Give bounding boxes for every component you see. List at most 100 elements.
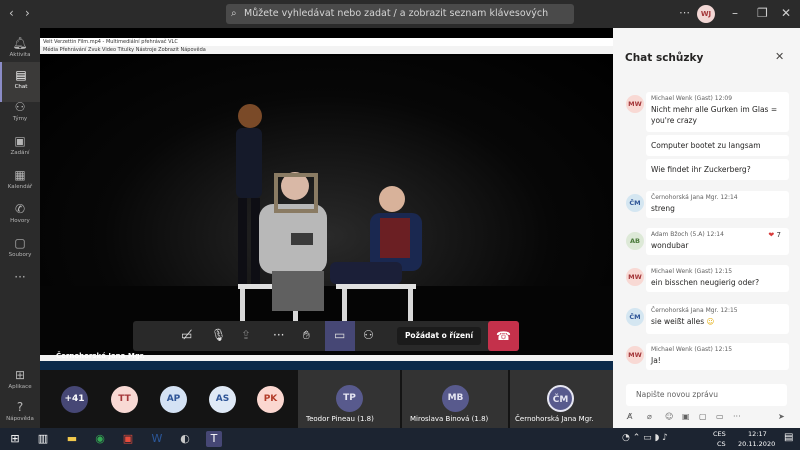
more-icon[interactable]: ··· xyxy=(733,412,741,421)
reaction-count: 7 xyxy=(776,231,781,239)
theater-scene xyxy=(40,104,613,356)
hang-up-button[interactable]: ☎︎ xyxy=(488,321,519,351)
message-time: 12:15 xyxy=(714,268,733,275)
avatar: TP xyxy=(336,385,363,412)
message-time: 12:14 xyxy=(706,231,724,238)
chat-message: Computer bootet zu langsam xyxy=(646,135,789,156)
rail-label: Kalendář xyxy=(7,184,33,190)
notification-icon[interactable]: ▤ xyxy=(784,432,793,443)
send-icon[interactable]: ➤ xyxy=(778,412,785,421)
back-icon[interactable]: ‹ xyxy=(9,6,14,20)
assignments-icon: ▣ xyxy=(14,134,26,148)
rail-label: Nápověda xyxy=(6,416,34,422)
app-icon[interactable]: ◐ xyxy=(177,431,193,447)
keyboard-language[interactable]: CES xyxy=(713,430,726,438)
message-author: Černohorská Jana Mgr. xyxy=(651,307,719,314)
chrome-icon[interactable]: ◉ xyxy=(92,431,108,447)
app-icon[interactable]: ▣ xyxy=(120,431,136,447)
presenter-name: Černohorská Jana Mgr. xyxy=(56,352,145,360)
heart-icon: ❤ xyxy=(768,231,775,239)
teams-taskbar-icon[interactable]: T xyxy=(206,431,222,447)
mic-off-icon[interactable]: 🎙︎ xyxy=(211,328,226,342)
participant-name: Miroslava Binová (1.8) xyxy=(410,415,489,423)
avatar: AB xyxy=(626,232,644,250)
windows-start-icon[interactable]: ⊞ xyxy=(7,431,23,447)
vlc-title-bar: Veit Verzettin Film.mp4 - Multimediální … xyxy=(40,38,613,46)
chat-message: Michael Wenk (Gast) 12:09 Nicht mehr all… xyxy=(646,92,789,132)
attach-icon[interactable]: ⌀ xyxy=(647,412,652,421)
avatar[interactable]: WJ xyxy=(697,5,715,23)
participant-avatar[interactable]: PK xyxy=(257,386,284,413)
participant-name: Černohorská Jana Mgr. xyxy=(515,415,594,423)
chat-title: Chat schůzky xyxy=(625,52,704,64)
clock-date[interactable]: 20.11.2020 xyxy=(738,440,775,448)
more-actions-icon[interactable]: ··· xyxy=(273,328,284,342)
avatar: ČM xyxy=(547,385,574,412)
message-author: Michael Wenk (Gast) xyxy=(651,95,713,102)
message-text: sie weißt alles xyxy=(651,317,705,326)
more-participants-badge[interactable]: +41 xyxy=(61,386,88,413)
share-screen-icon[interactable]: ⇪ xyxy=(241,328,251,342)
avatar: ČM xyxy=(626,194,644,212)
phone-icon: ✆ xyxy=(14,202,26,216)
rail-label: Aktivita xyxy=(9,52,31,58)
raise-hand-icon[interactable]: ✋︎ xyxy=(303,328,310,343)
apps-icon: ⊞ xyxy=(14,368,26,382)
chat-message: Černohorská Jana Mgr. 12:14 streng xyxy=(646,191,789,218)
request-control-button[interactable]: Požádat o řízení xyxy=(397,327,481,345)
message-time: 12:15 xyxy=(714,346,733,353)
close-icon[interactable]: ✕ xyxy=(775,50,784,63)
shared-screen: Veit Verzettin Film.mp4 - Multimediální … xyxy=(40,28,613,370)
word-icon[interactable]: W xyxy=(149,431,165,447)
calendar-icon: ▦ xyxy=(14,168,26,182)
participant-tile[interactable]: ČM Černohorská Jana Mgr. xyxy=(510,370,613,428)
more-options-icon[interactable]: ⋯ xyxy=(679,6,690,19)
rail-more[interactable]: ··· xyxy=(0,264,40,304)
close-icon[interactable]: ✕ xyxy=(781,6,791,20)
sticker-icon[interactable]: ▢ xyxy=(699,412,707,421)
message-text: wondubar xyxy=(651,241,689,250)
participant-tile[interactable]: TP Teodor Pineau (1.8) xyxy=(298,370,400,428)
minimize-icon[interactable]: – xyxy=(732,6,738,20)
task-view-icon[interactable]: ▥ xyxy=(35,431,51,447)
video-frame xyxy=(40,56,613,356)
maximize-icon[interactable]: ❐ xyxy=(757,6,768,20)
compose-input[interactable]: Napište novou zprávu xyxy=(626,384,787,406)
vlc-menu-bar: Média Přehrávání Zvuk Video Titulky Nást… xyxy=(40,46,613,54)
teams-icon: ⚇ xyxy=(14,100,26,114)
search-input[interactable]: ⌕ Můžete vyhledávat nebo zadat / a zobra… xyxy=(226,4,574,39)
ellipsis-icon: ··· xyxy=(14,270,26,284)
chat-message: Michael Wenk (Gast) 12:15 ein bisschen n… xyxy=(646,265,789,292)
participant-avatar[interactable]: AS xyxy=(209,386,236,413)
chat-icon: ▤ xyxy=(15,68,27,82)
chat-toggle-button[interactable]: ▭ xyxy=(325,321,355,351)
tray-icons[interactable]: ◔ ⌃ ▭ ◗ ♪ xyxy=(622,433,668,443)
help-icon: ? xyxy=(16,400,24,414)
participant-strip: +41 TT AP AS PK TP Teodor Pineau (1.8) M… xyxy=(40,370,613,428)
keyboard-language-sub[interactable]: CS xyxy=(717,440,726,448)
clock-time[interactable]: 12:17 xyxy=(748,430,767,438)
camera-off-icon[interactable]: ▭̸ xyxy=(181,328,192,342)
reaction[interactable]: ❤ 7 xyxy=(768,231,781,239)
windows-taskbar: ⊞ ▥ ▬ ◉ ▣ W ◐ T ◔ ⌃ ▭ ◗ ♪ CES CS 12:17 2… xyxy=(0,428,800,450)
chat-bubble-icon: ▭ xyxy=(334,328,346,342)
emoji-icon[interactable]: ☺ xyxy=(665,412,673,421)
participants-icon[interactable]: ⚇ xyxy=(363,328,374,342)
forward-icon[interactable]: › xyxy=(25,6,30,20)
avatar: MW xyxy=(626,268,644,286)
avatar: MB xyxy=(442,385,469,412)
participant-avatar[interactable]: AP xyxy=(160,386,187,413)
meet-icon[interactable]: ▭ xyxy=(716,412,724,421)
chat-message: Wie findet ihr Zuckerberg? xyxy=(646,159,789,180)
meeting-toolbar: ▭̸ 🎙︎ ⇪ ··· ✋︎ ▭ ⚇ Požádat o řízení ☎︎ xyxy=(133,321,519,351)
participant-tile[interactable]: MB Miroslava Binová (1.8) xyxy=(402,370,508,428)
format-icon[interactable]: A̸ xyxy=(627,412,632,421)
meeting-chat-panel: Chat schůzky ✕ MW Michael Wenk (Gast) 12… xyxy=(613,28,800,428)
gif-icon[interactable]: ▣ xyxy=(682,412,690,421)
participant-avatar[interactable]: TT xyxy=(111,386,138,413)
message-author: Adam Bžoch (5.A) xyxy=(651,231,705,238)
rail-label: Soubory xyxy=(8,252,32,258)
avatar: MW xyxy=(626,346,644,364)
file-explorer-icon[interactable]: ▬ xyxy=(64,431,80,447)
chat-message: Michael Wenk (Gast) 12:15 Ja! xyxy=(646,343,789,370)
